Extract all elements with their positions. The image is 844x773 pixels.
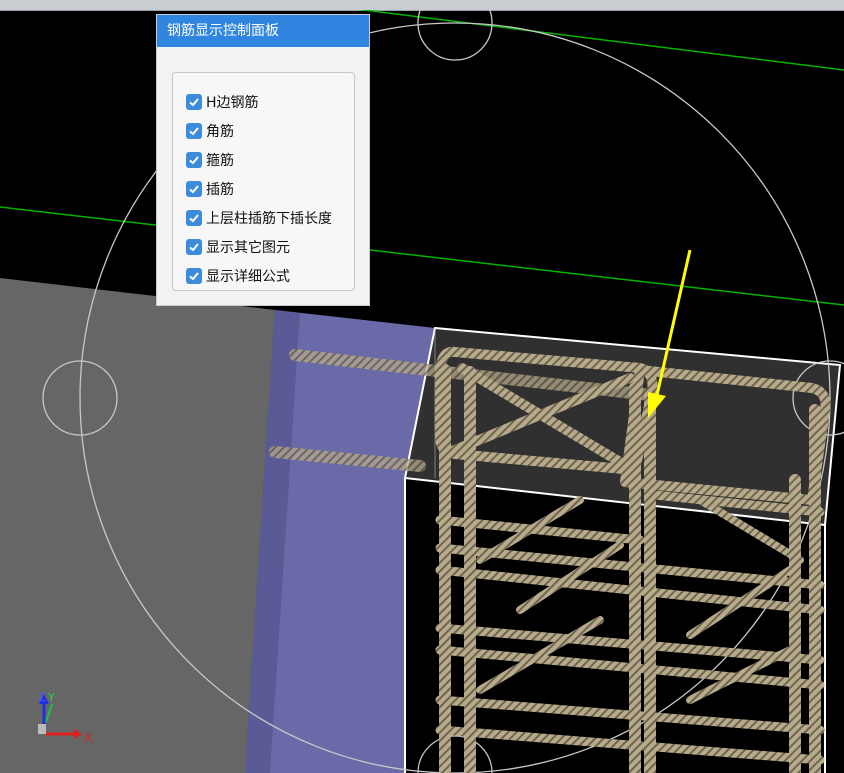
panel-options-group: H边钢筋 角筋 箍筋 插筋 上层柱插筋下插长度 显示其它图元 显示详细公式 — [172, 72, 355, 291]
grid-line-middle — [0, 206, 844, 306]
option-upper-dowel-length[interactable]: 上层柱插筋下插长度 — [173, 203, 354, 232]
checkbox-checked-icon[interactable] — [186, 238, 202, 255]
option-dowel[interactable]: 插筋 — [173, 174, 354, 203]
option-label: 角筋 — [206, 123, 234, 140]
option-stirrup[interactable]: 箍筋 — [173, 145, 354, 174]
checkbox-checked-icon[interactable] — [186, 122, 202, 139]
grid-line-top — [357, 10, 844, 71]
y-axis-arrow-icon — [45, 703, 53, 723]
option-label: 显示详细公式 — [206, 268, 290, 285]
checkbox-checked-icon[interactable] — [186, 151, 202, 168]
option-h-side-rebar[interactable]: H边钢筋 — [173, 87, 354, 116]
y-axis-label: Y — [47, 691, 55, 704]
option-label: H边钢筋 — [206, 94, 259, 111]
checkbox-checked-icon[interactable] — [186, 267, 202, 284]
checkbox-checked-icon[interactable] — [186, 180, 202, 197]
option-label: 插筋 — [206, 181, 234, 198]
panel-title[interactable]: 钢筋显示控制面板 — [157, 15, 369, 47]
checkbox-checked-icon[interactable] — [186, 209, 202, 226]
option-show-other-elements[interactable]: 显示其它图元 — [173, 232, 354, 261]
rebar-display-control-panel: 钢筋显示控制面板 H边钢筋 角筋 箍筋 插筋 上层柱插筋下插长度 显示其它图元 … — [156, 14, 370, 306]
x-axis-label: X — [84, 731, 92, 745]
option-label: 显示其它图元 — [206, 239, 290, 256]
axis-triad: Z Y X — [30, 690, 100, 750]
option-show-detailed-formula[interactable]: 显示详细公式 — [173, 261, 354, 290]
z-axis-label: Z — [38, 691, 46, 704]
3d-viewport[interactable] — [0, 10, 844, 773]
axis-bubble-bottom — [417, 735, 493, 773]
option-corner-rebar[interactable]: 角筋 — [173, 116, 354, 145]
option-label: 箍筋 — [206, 152, 234, 169]
option-label: 上层柱插筋下插长度 — [206, 210, 332, 227]
axis-origin-icon — [38, 724, 46, 734]
checkbox-checked-icon[interactable] — [186, 93, 202, 110]
